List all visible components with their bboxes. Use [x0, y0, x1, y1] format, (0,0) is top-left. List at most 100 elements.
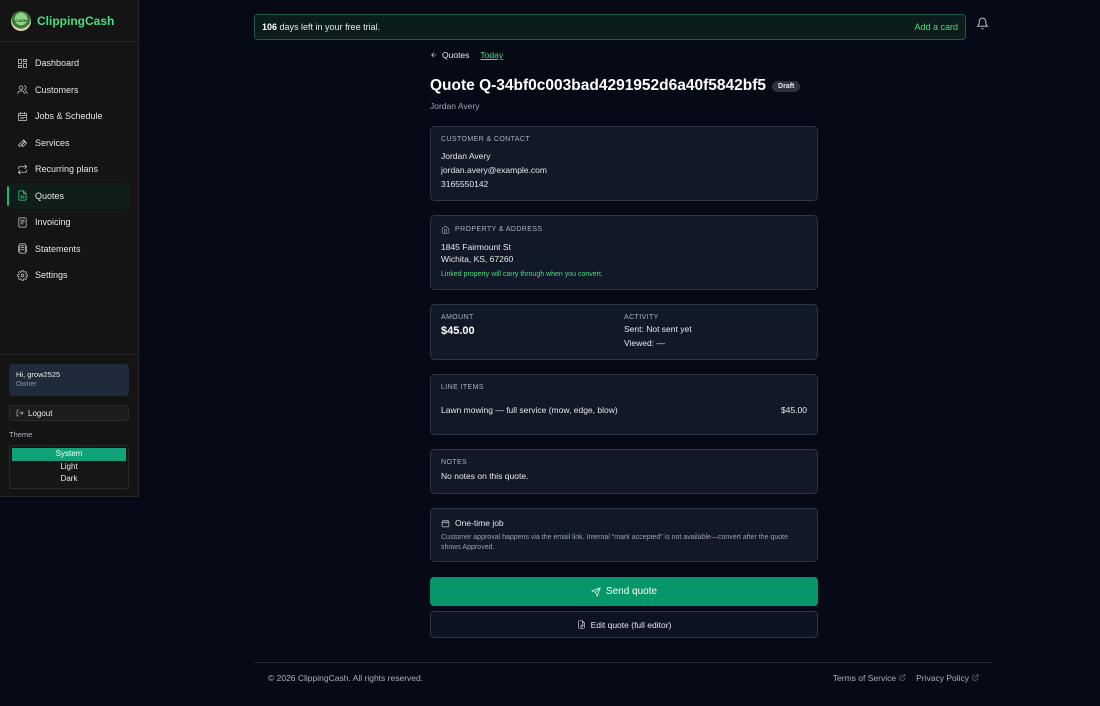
card-heading: Property & Address [441, 225, 807, 234]
sidebar-nav: Dashboard Customers Jobs & Schedule Serv… [0, 42, 138, 289]
footer: © 2026 ClippingCash. All rights reserved… [254, 662, 993, 692]
sidebar-item-label: Recurring plans [35, 164, 99, 175]
sidebar-item-jobs-schedule[interactable]: Jobs & Schedule [8, 103, 130, 130]
sidebar-item-label: Invoicing [35, 217, 71, 228]
notes-text: No notes on this quote. [441, 471, 529, 481]
notifications-button[interactable] [976, 17, 990, 31]
brand-logo-text: CASH [15, 18, 27, 23]
job-description: Customer approval happens via the email … [441, 534, 788, 551]
edit-document-icon [577, 620, 585, 629]
page-header: Quote Q-34bf0c003bad4291952d6a40f5842bf5… [430, 77, 801, 95]
terms-link[interactable]: Terms of Service [833, 673, 906, 683]
send-icon [590, 586, 601, 597]
sidebar-item-quotes[interactable]: Quotes [7, 182, 130, 209]
trial-message: 106 days left in your free trial. [262, 22, 380, 32]
contact-name: Jordan Avery [441, 151, 491, 161]
activity-section: Activity Sent: Not sent yet Viewed: — [624, 314, 807, 348]
statements-icon [18, 243, 27, 254]
line-items-card: Line Items Lawn mowing — full service (m… [430, 374, 818, 435]
today-link[interactable]: Today [480, 50, 503, 60]
arrow-left-icon [431, 52, 437, 58]
external-link-icon [899, 674, 906, 681]
list-item: Lawn mowing — full service (mow, edge, b… [441, 405, 807, 415]
sidebar-item-customers[interactable]: Customers [8, 77, 130, 104]
card-heading: Line Items [441, 384, 484, 391]
invoice-icon [18, 217, 27, 228]
summary-card: Amount $45.00 Activity Sent: Not sent ye… [430, 304, 818, 360]
bell-icon [976, 17, 989, 30]
property-street: 1845 Fairmount St [441, 242, 511, 252]
sidebar-item-settings[interactable]: Settings [8, 262, 130, 289]
trial-days: 106 [262, 22, 278, 32]
sidebar-item-label: Statements [35, 243, 81, 254]
send-quote-label: Send quote [605, 586, 658, 597]
trial-banner: 106 days left in your free trial. Add a … [254, 14, 966, 40]
send-quote-button[interactable]: Send quote [430, 577, 818, 606]
footer-links: Terms of Service Privacy Policy [823, 673, 979, 683]
copyright: © 2026 ClippingCash. All rights reserved… [268, 672, 424, 683]
line-item-description: Lawn mowing — full service (mow, edge, b… [441, 405, 618, 415]
edit-quote-button[interactable]: Edit quote (full editor) [430, 611, 818, 638]
contact-phone: 3165550142 [441, 179, 489, 189]
notes-card: Notes No notes on this quote. [430, 449, 818, 494]
logout-button[interactable]: Logout [9, 405, 129, 421]
brand-name: ClippingCash [37, 13, 115, 28]
logout-label: Logout [28, 408, 53, 418]
activity-viewed: Viewed: — [624, 338, 665, 348]
add-card-link[interactable]: Add a card [914, 22, 958, 32]
privacy-label: Privacy Policy [916, 672, 969, 683]
sidebar-item-recurring-plans[interactable]: Recurring plans [8, 156, 130, 183]
terms-label: Terms of Service [832, 672, 897, 683]
user-card: Hi, grow2525 Owner [9, 364, 129, 396]
brand[interactable]: CASH ClippingCash [0, 0, 138, 42]
property-city: Wichita, KS, 67260 [441, 254, 514, 264]
sidebar-item-label: Customers [35, 84, 79, 95]
home-icon [441, 225, 450, 234]
user-greeting: Hi, grow2525 [16, 370, 61, 379]
back-to-quotes-link[interactable]: Quotes [430, 50, 469, 60]
sidebar-item-label: Dashboard [35, 58, 80, 69]
amount-label: Amount [441, 314, 474, 321]
edit-quote-label: Edit quote (full editor) [590, 619, 672, 630]
sidebar-footer: Hi, grow2525 Owner Logout Theme System L… [0, 354, 138, 498]
theme-option-dark[interactable]: Dark [12, 473, 126, 486]
document-icon [18, 190, 27, 201]
status-badge: Draft [772, 80, 801, 92]
calendar-icon [18, 111, 27, 121]
job-title: One-time job [455, 518, 504, 528]
theme-option-system[interactable]: System [12, 448, 126, 461]
back-label: Quotes [442, 50, 470, 60]
calendar-icon [441, 519, 450, 527]
page-title: Quote Q-34bf0c003bad4291952d6a40f5842bf5 [430, 77, 767, 94]
sidebar-item-label: Jobs & Schedule [35, 111, 103, 122]
brand-logo: CASH [11, 10, 31, 31]
line-item-amount: $45.00 [781, 405, 807, 415]
logout-icon [16, 409, 24, 417]
sidebar-item-dashboard[interactable]: Dashboard [8, 50, 130, 77]
job-card: One-time job Customer approval happens v… [430, 508, 818, 562]
gear-icon [17, 269, 28, 281]
card-heading: Notes [441, 459, 468, 466]
theme-label: Theme [9, 430, 33, 439]
quote-customer-name: Jordan Avery [430, 101, 480, 111]
sidebar-item-invoicing[interactable]: Invoicing [8, 209, 130, 236]
sidebar-item-label: Settings [35, 270, 68, 281]
sidebar-item-label: Services [35, 137, 70, 148]
property-address-card: Property & Address 1845 Fairmount St Wic… [430, 215, 818, 290]
job-title-row: One-time job [441, 518, 807, 528]
sidebar-item-label: Quotes [35, 190, 65, 201]
theme-option-light[interactable]: Light [12, 461, 126, 474]
dashboard-icon [18, 58, 27, 68]
customer-contact-card: Customer & Contact Jordan Avery jordan.a… [430, 126, 818, 201]
summary-columns: Amount $45.00 Activity Sent: Not sent ye… [441, 314, 807, 348]
sidebar-item-statements[interactable]: Statements [8, 236, 130, 263]
users-icon [17, 85, 28, 95]
wrench-icon [18, 139, 27, 148]
breadcrumb: Quotes Today [430, 50, 503, 60]
contact-email: jordan.avery@example.com [441, 165, 547, 175]
privacy-link[interactable]: Privacy Policy [916, 673, 979, 683]
card-heading-label: Property & Address [455, 226, 543, 233]
sidebar: CASH ClippingCash Dashboard Customers Jo… [0, 0, 139, 497]
user-role: Owner [16, 381, 37, 388]
sidebar-item-services[interactable]: Services [8, 130, 130, 157]
